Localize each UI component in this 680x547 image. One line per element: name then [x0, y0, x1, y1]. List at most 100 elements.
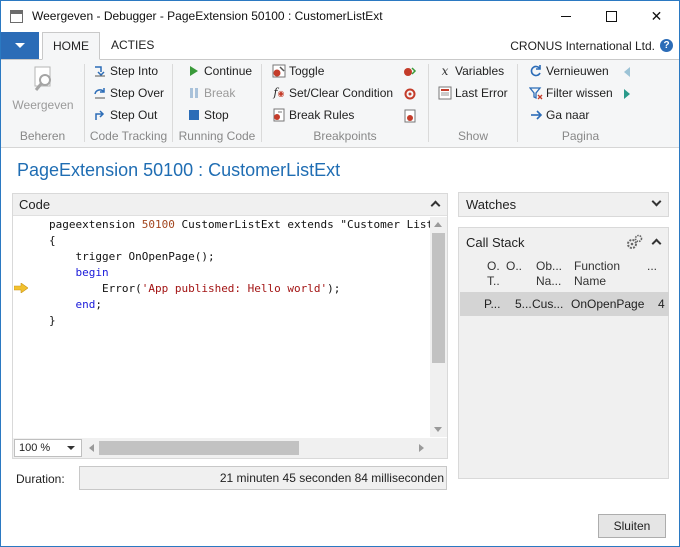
- window-title: Weergeven - Debugger - PageExtension 501…: [32, 9, 383, 23]
- stop-icon: [187, 108, 201, 122]
- break-label: Break: [204, 86, 236, 100]
- ribbon-tab-row: HOME ACTIES CRONUS International Ltd. ?: [1, 32, 679, 60]
- set-clear-condition-button[interactable]: f◉ Set/Clear Condition: [272, 83, 393, 103]
- group-label-pagina: Pagina: [561, 129, 600, 143]
- group-label-code-tracking: Code Tracking: [89, 129, 168, 143]
- step-over-label: Step Over: [110, 86, 165, 100]
- tab-acties[interactable]: ACTIES: [101, 32, 164, 60]
- scroll-right-arrow-icon[interactable]: [419, 444, 424, 452]
- close-button[interactable]: Sluiten: [598, 514, 666, 538]
- code-panel-title: Code: [19, 197, 51, 212]
- step-into-button[interactable]: Step Into: [93, 61, 158, 81]
- ga-naar-button[interactable]: Ga naar: [529, 105, 589, 125]
- watches-panel[interactable]: Watches: [458, 192, 669, 217]
- vernieuwen-button[interactable]: Vernieuwen: [529, 61, 609, 81]
- refresh-icon: [529, 64, 543, 78]
- step-out-button[interactable]: Step Out: [93, 105, 157, 125]
- column-header-function-name[interactable]: Function Name: [574, 259, 620, 289]
- scroll-down-arrow-icon[interactable]: [434, 427, 442, 432]
- go-to-arrow-icon: [529, 108, 543, 122]
- code-gutter[interactable]: [13, 217, 31, 437]
- cell-line: 4: [658, 297, 665, 311]
- pause-icon: [187, 86, 201, 100]
- scroll-left-arrow-icon[interactable]: [89, 444, 94, 452]
- clear-filter-icon: [528, 86, 543, 100]
- code-panel-header[interactable]: Code: [13, 194, 447, 216]
- stop-button[interactable]: Stop: [187, 105, 229, 125]
- vernieuwen-label: Vernieuwen: [546, 64, 609, 78]
- minimize-button[interactable]: [544, 1, 589, 31]
- column-header-object-id[interactable]: O..: [506, 259, 522, 274]
- delete-breakpoints-icon[interactable]: [403, 109, 417, 123]
- disable-all-breakpoints-icon[interactable]: [403, 87, 417, 101]
- code-line: pageextension 50100 CustomerListExt exte…: [49, 218, 431, 231]
- view-magnifier-icon: [28, 64, 58, 94]
- group-code-tracking: Step Into Step Over Step Out Code Tracki…: [85, 60, 172, 148]
- weergeven-button[interactable]: Weergeven: [11, 64, 75, 112]
- group-pagina: Vernieuwen Filter wissen Ga naar Pagina: [518, 60, 643, 148]
- code-line: Error('App published: Hello world');: [49, 282, 341, 295]
- window-app-icon: [10, 10, 23, 23]
- play-icon: [187, 64, 201, 78]
- previous-arrow-icon[interactable]: [620, 65, 634, 79]
- column-header-object-name[interactable]: Ob... Na...: [536, 259, 562, 289]
- cell-object-id: 5...: [515, 297, 532, 311]
- column-header-object-type[interactable]: O. T..: [487, 259, 500, 289]
- scroll-up-arrow-icon[interactable]: [434, 222, 442, 227]
- break-rules-button[interactable]: Break Rules: [272, 105, 354, 125]
- column-header-more[interactable]: ...: [647, 259, 657, 274]
- horizontal-scroll-thumb[interactable]: [99, 441, 299, 455]
- tab-home[interactable]: HOME: [42, 32, 100, 60]
- toggle-breakpoint-icon: [272, 64, 286, 78]
- help-icon[interactable]: ?: [660, 39, 673, 52]
- zoom-select[interactable]: 100 %: [14, 439, 82, 457]
- close-window-button[interactable]: ✕: [634, 1, 679, 31]
- set-clear-condition-label: Set/Clear Condition: [289, 86, 394, 100]
- vertical-scroll-thumb[interactable]: [432, 233, 445, 363]
- ga-naar-label: Ga naar: [546, 108, 590, 122]
- collapse-chevron-icon[interactable]: [651, 238, 662, 249]
- code-panel: Code pageextension 50100 CustomerListExt…: [12, 193, 448, 459]
- maximize-button[interactable]: [589, 1, 634, 31]
- last-error-icon: [438, 86, 452, 100]
- app-menu-button[interactable]: [1, 32, 39, 59]
- group-show: x Variables Last Error Show: [429, 60, 517, 148]
- group-label-beheren: Beheren: [19, 129, 66, 143]
- cell-function-name: OnOpenPage: [571, 297, 645, 311]
- weergeven-label: Weergeven: [12, 98, 74, 112]
- code-editor[interactable]: pageextension 50100 CustomerListExt exte…: [13, 217, 431, 437]
- group-label-show: Show: [457, 129, 489, 143]
- collapse-chevron-icon[interactable]: [430, 200, 441, 211]
- expand-chevron-icon[interactable]: [651, 196, 662, 207]
- filter-wissen-button[interactable]: Filter wissen: [528, 83, 613, 103]
- title-bar: Weergeven - Debugger - PageExtension 501…: [1, 1, 679, 32]
- callstack-panel: Call Stack O. T.. O.. Ob... Na... Function…: [458, 227, 669, 479]
- group-label-running-code: Running Code: [178, 129, 256, 143]
- code-vertical-scrollbar[interactable]: [430, 217, 447, 437]
- condition-fx-icon: f◉: [273, 86, 285, 99]
- duration-value: 21 minuten 45 seconden 84 milliseconden: [79, 466, 447, 490]
- group-beheren: Weergeven Beheren: [1, 60, 84, 148]
- enable-all-breakpoints-icon[interactable]: [403, 65, 417, 79]
- variables-button[interactable]: x Variables: [438, 61, 505, 81]
- table-row[interactable]: P... 5... Cus... OnOpenPage 4: [460, 292, 669, 316]
- break-button[interactable]: Break: [187, 83, 235, 103]
- callstack-header: O. T.. O.. Ob... Na... Function Name ...: [459, 259, 668, 291]
- stop-label: Stop: [204, 108, 229, 122]
- step-over-button[interactable]: Step Over: [93, 83, 164, 103]
- toggle-breakpoint-button[interactable]: Toggle: [272, 61, 324, 81]
- debugger-window: Weergeven - Debugger - PageExtension 501…: [0, 0, 680, 547]
- code-lines: pageextension 50100 CustomerListExt exte…: [49, 217, 431, 329]
- continue-button[interactable]: Continue: [187, 61, 252, 81]
- last-error-button[interactable]: Last Error: [438, 83, 508, 103]
- variables-label: Variables: [455, 64, 505, 78]
- page-title: PageExtension 50100 : CustomerListExt: [17, 160, 341, 180]
- step-into-label: Step Into: [110, 64, 159, 78]
- ribbon: Weergeven Beheren Step Into Step Over St…: [1, 60, 679, 148]
- code-line: {: [49, 234, 56, 247]
- group-running-code: Continue Break Stop Running Code: [173, 60, 261, 148]
- next-arrow-icon[interactable]: [620, 87, 634, 101]
- gear-icon[interactable]: [626, 234, 643, 251]
- company-name[interactable]: CRONUS International Ltd.: [510, 39, 655, 53]
- cell-object-name: Cus...: [532, 297, 564, 311]
